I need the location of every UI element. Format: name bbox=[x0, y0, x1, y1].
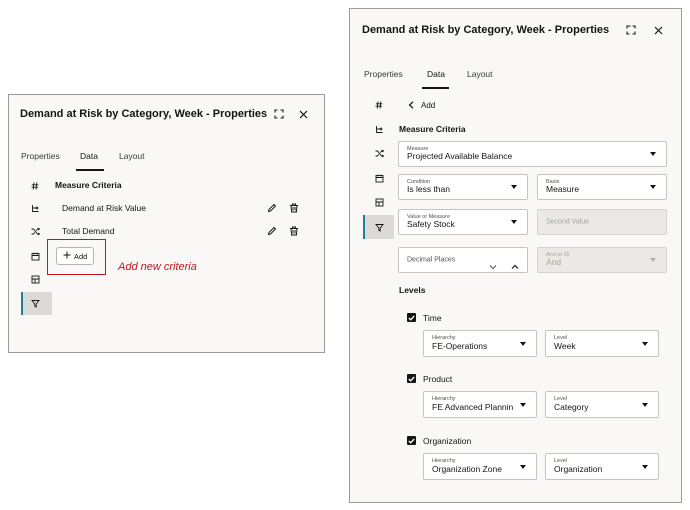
level-value: Week bbox=[554, 341, 576, 351]
level-checkbox-time[interactable] bbox=[407, 313, 416, 322]
filter-icon[interactable] bbox=[29, 297, 41, 309]
properties-panel-expanded: Demand at Risk by Category, Week - Prope… bbox=[349, 8, 682, 503]
measure-criteria-heading: Measure Criteria bbox=[55, 180, 122, 190]
criteria-item-label[interactable]: Total Demand bbox=[62, 226, 114, 236]
expand-icon[interactable] bbox=[624, 23, 638, 37]
level-checkbox-product[interactable] bbox=[407, 374, 416, 383]
delete-icon[interactable] bbox=[287, 201, 301, 215]
hierarchy-value: FE-Operations bbox=[432, 341, 488, 351]
measure-select[interactable]: Measure Projected Available Balance bbox=[398, 141, 667, 167]
hierarchy-value: Organization Zone bbox=[432, 464, 502, 474]
condition-select[interactable]: Condition Is less than bbox=[398, 174, 528, 200]
filter-icon[interactable] bbox=[373, 221, 385, 233]
calendar-icon[interactable] bbox=[29, 250, 41, 262]
chevron-down-icon bbox=[650, 152, 656, 156]
level-value: Organization bbox=[554, 464, 603, 474]
tab-properties[interactable]: Properties bbox=[21, 151, 60, 161]
hierarchy-select[interactable]: Hierarchy Organization Zone bbox=[423, 453, 537, 480]
basis-select-value: Measure bbox=[546, 184, 580, 194]
level-select[interactable]: Level Category bbox=[545, 391, 659, 418]
delete-icon[interactable] bbox=[287, 224, 301, 238]
callout-annotation: Add new criteria bbox=[118, 261, 197, 273]
and-or-value: And bbox=[546, 257, 562, 267]
data-grid-icon[interactable] bbox=[29, 273, 41, 285]
chevron-down-icon bbox=[520, 464, 526, 469]
hierarchy-select[interactable]: Hierarchy FE Advanced Plannin bbox=[423, 391, 537, 418]
level-name: Product bbox=[423, 374, 453, 384]
callout-highlight bbox=[47, 239, 106, 275]
filter-tab-active-indicator bbox=[363, 215, 365, 239]
tab-data[interactable]: Data bbox=[80, 151, 98, 161]
calendar-icon[interactable] bbox=[373, 172, 385, 184]
tab-layout[interactable]: Layout bbox=[467, 69, 493, 79]
hash-icon[interactable] bbox=[29, 180, 41, 192]
tab-data-indicator bbox=[76, 169, 104, 171]
stepper-down-icon[interactable] bbox=[489, 257, 497, 275]
hierarchy-select[interactable]: Hierarchy FE-Operations bbox=[423, 330, 537, 357]
level-value: Category bbox=[554, 402, 589, 412]
criteria-item-label[interactable]: Demand at Risk Value bbox=[62, 203, 146, 213]
measure-criteria-heading: Measure Criteria bbox=[399, 124, 466, 134]
hierarchy-icon[interactable] bbox=[29, 202, 41, 214]
hierarchy-icon[interactable] bbox=[373, 123, 385, 135]
stepper-up-icon[interactable] bbox=[511, 257, 519, 275]
expand-icon[interactable] bbox=[272, 107, 286, 121]
decimal-places-placeholder: Decimal Places bbox=[407, 256, 456, 264]
and-or-select: And or Or And bbox=[537, 247, 667, 273]
condition-select-value: Is less than bbox=[407, 184, 450, 194]
value-or-measure-select[interactable]: Value or Measure Safety Stock bbox=[398, 209, 528, 235]
close-icon[interactable] bbox=[296, 107, 310, 121]
tab-data-indicator bbox=[422, 87, 449, 89]
chevron-down-icon bbox=[642, 341, 648, 346]
chevron-down-icon bbox=[642, 402, 648, 407]
tab-properties[interactable]: Properties bbox=[364, 69, 403, 79]
level-checkbox-organization[interactable] bbox=[407, 436, 416, 445]
edit-icon[interactable] bbox=[265, 201, 279, 215]
panel-title: Demand at Risk by Category, Week - Prope… bbox=[362, 24, 610, 36]
chevron-down-icon bbox=[650, 185, 656, 189]
panel-title: Demand at Risk by Category, Week - Prope… bbox=[20, 108, 268, 120]
chevron-down-icon bbox=[642, 464, 648, 469]
levels-heading: Levels bbox=[399, 285, 426, 295]
tab-data[interactable]: Data bbox=[427, 69, 445, 79]
properties-panel-collapsed: Demand at Risk by Category, Week - Prope… bbox=[8, 94, 325, 353]
chevron-down-icon bbox=[650, 258, 656, 262]
level-name: Time bbox=[423, 313, 442, 323]
chevron-down-icon bbox=[511, 185, 517, 189]
tab-layout[interactable]: Layout bbox=[119, 151, 145, 161]
level-name: Organization bbox=[423, 436, 472, 446]
chevron-down-icon bbox=[520, 341, 526, 346]
measure-select-value: Projected Available Balance bbox=[407, 151, 513, 161]
second-value-input: Second Value bbox=[537, 209, 667, 235]
level-select[interactable]: Level Week bbox=[545, 330, 659, 357]
hierarchy-value: FE Advanced Plannin bbox=[432, 402, 514, 412]
close-icon[interactable] bbox=[651, 23, 665, 37]
filter-tab-active-indicator bbox=[21, 292, 23, 315]
value-or-measure-value: Safety Stock bbox=[407, 219, 455, 229]
edit-icon[interactable] bbox=[265, 224, 279, 238]
level-select[interactable]: Level Organization bbox=[545, 453, 659, 480]
back-add-label[interactable]: Add bbox=[421, 101, 435, 110]
decimal-places-input[interactable]: Decimal Places bbox=[398, 247, 528, 273]
shuffle-icon[interactable] bbox=[29, 225, 41, 237]
chevron-down-icon bbox=[511, 220, 517, 224]
basis-select[interactable]: Basis Measure bbox=[537, 174, 667, 200]
chevron-left-icon[interactable] bbox=[404, 98, 418, 112]
chevron-down-icon bbox=[520, 402, 526, 407]
data-grid-icon[interactable] bbox=[373, 196, 385, 208]
hash-icon[interactable] bbox=[373, 99, 385, 111]
shuffle-icon[interactable] bbox=[373, 147, 385, 159]
second-value-placeholder: Second Value bbox=[546, 218, 590, 226]
